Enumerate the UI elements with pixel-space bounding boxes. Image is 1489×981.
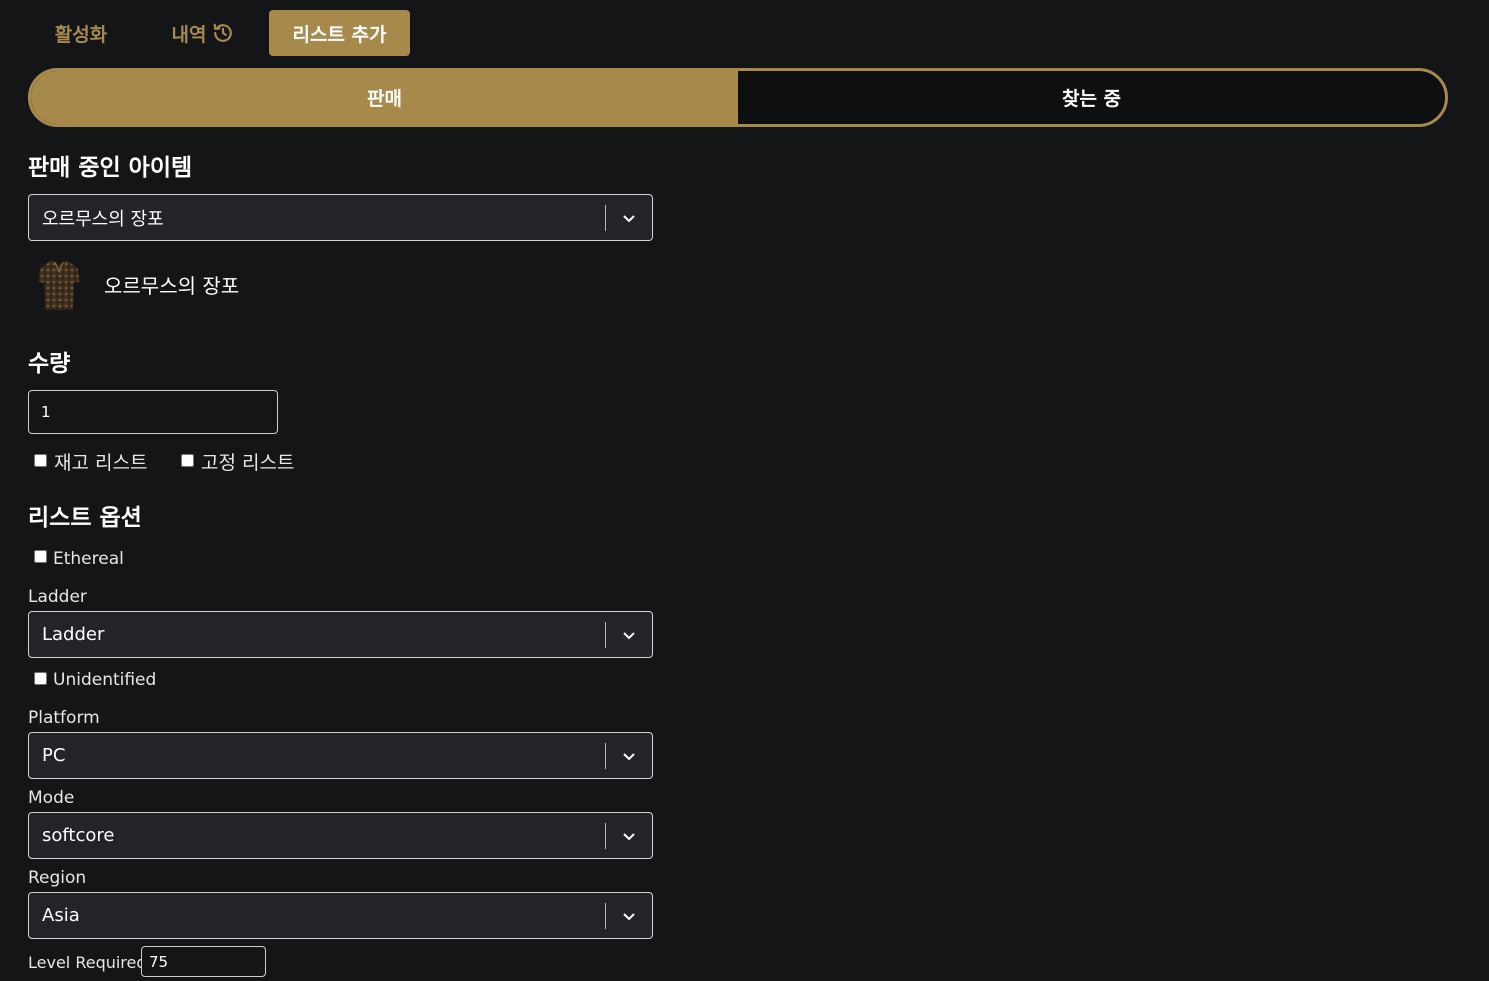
level-required-label: Level Required bbox=[28, 953, 147, 972]
ladder-select[interactable]: Ladder bbox=[28, 611, 653, 658]
sell-option[interactable]: 판매 bbox=[31, 71, 738, 124]
tab-label: 활성화 bbox=[54, 23, 108, 46]
listing-type-toggle: 판매 찾는 중 bbox=[28, 68, 1448, 127]
chevron-down-icon[interactable] bbox=[606, 210, 652, 226]
robe-item-icon bbox=[34, 256, 84, 314]
ladder-label: Ladder bbox=[28, 587, 87, 607]
stock-listing-checkbox[interactable] bbox=[34, 454, 47, 467]
item-select[interactable]: 오르무스의 장포 bbox=[28, 194, 653, 241]
chevron-down-icon[interactable] bbox=[606, 908, 652, 924]
stock-listing-label[interactable]: 재고 리스트 bbox=[54, 448, 147, 475]
unidentified-checkbox[interactable] bbox=[34, 672, 47, 685]
region-select[interactable]: Asia bbox=[28, 892, 653, 939]
quantity-input[interactable] bbox=[28, 390, 278, 434]
tab-label: 내역 bbox=[171, 23, 207, 46]
chevron-down-icon[interactable] bbox=[606, 627, 652, 643]
tab-history[interactable]: 내역 bbox=[158, 10, 248, 56]
ethereal-checkbox[interactable] bbox=[34, 550, 47, 563]
item-heading: 판매 중인 아이템 bbox=[28, 155, 193, 181]
history-icon bbox=[212, 22, 234, 44]
tab-label: 리스트 추가 bbox=[292, 23, 387, 46]
region-label: Region bbox=[28, 868, 87, 888]
mode-select-value: softcore bbox=[42, 825, 115, 846]
options-heading: 리스트 옵션 bbox=[28, 505, 142, 531]
region-select-value: Asia bbox=[42, 905, 80, 926]
looking-option[interactable]: 찾는 중 bbox=[738, 71, 1445, 124]
ethereal-label[interactable]: Ethereal bbox=[53, 549, 124, 569]
ladder-select-value: Ladder bbox=[42, 624, 105, 645]
chevron-down-icon[interactable] bbox=[606, 828, 652, 844]
tab-add-listing[interactable]: 리스트 추가 bbox=[269, 10, 410, 56]
unidentified-label[interactable]: Unidentified bbox=[53, 670, 156, 690]
tab-active-listings[interactable]: 활성화 bbox=[38, 10, 124, 56]
fixed-listing-checkbox[interactable] bbox=[181, 454, 194, 467]
quantity-heading: 수량 bbox=[28, 351, 71, 377]
platform-label: Platform bbox=[28, 708, 100, 728]
level-required-input[interactable] bbox=[141, 946, 266, 977]
platform-select-value: PC bbox=[42, 745, 66, 766]
mode-select[interactable]: softcore bbox=[28, 812, 653, 859]
platform-select[interactable]: PC bbox=[28, 732, 653, 779]
item-select-value: 오르무스의 장포 bbox=[42, 208, 164, 230]
fixed-listing-label[interactable]: 고정 리스트 bbox=[201, 448, 294, 475]
item-preview-name: 오르무스의 장포 bbox=[104, 274, 240, 298]
chevron-down-icon[interactable] bbox=[606, 748, 652, 764]
mode-label: Mode bbox=[28, 788, 75, 808]
